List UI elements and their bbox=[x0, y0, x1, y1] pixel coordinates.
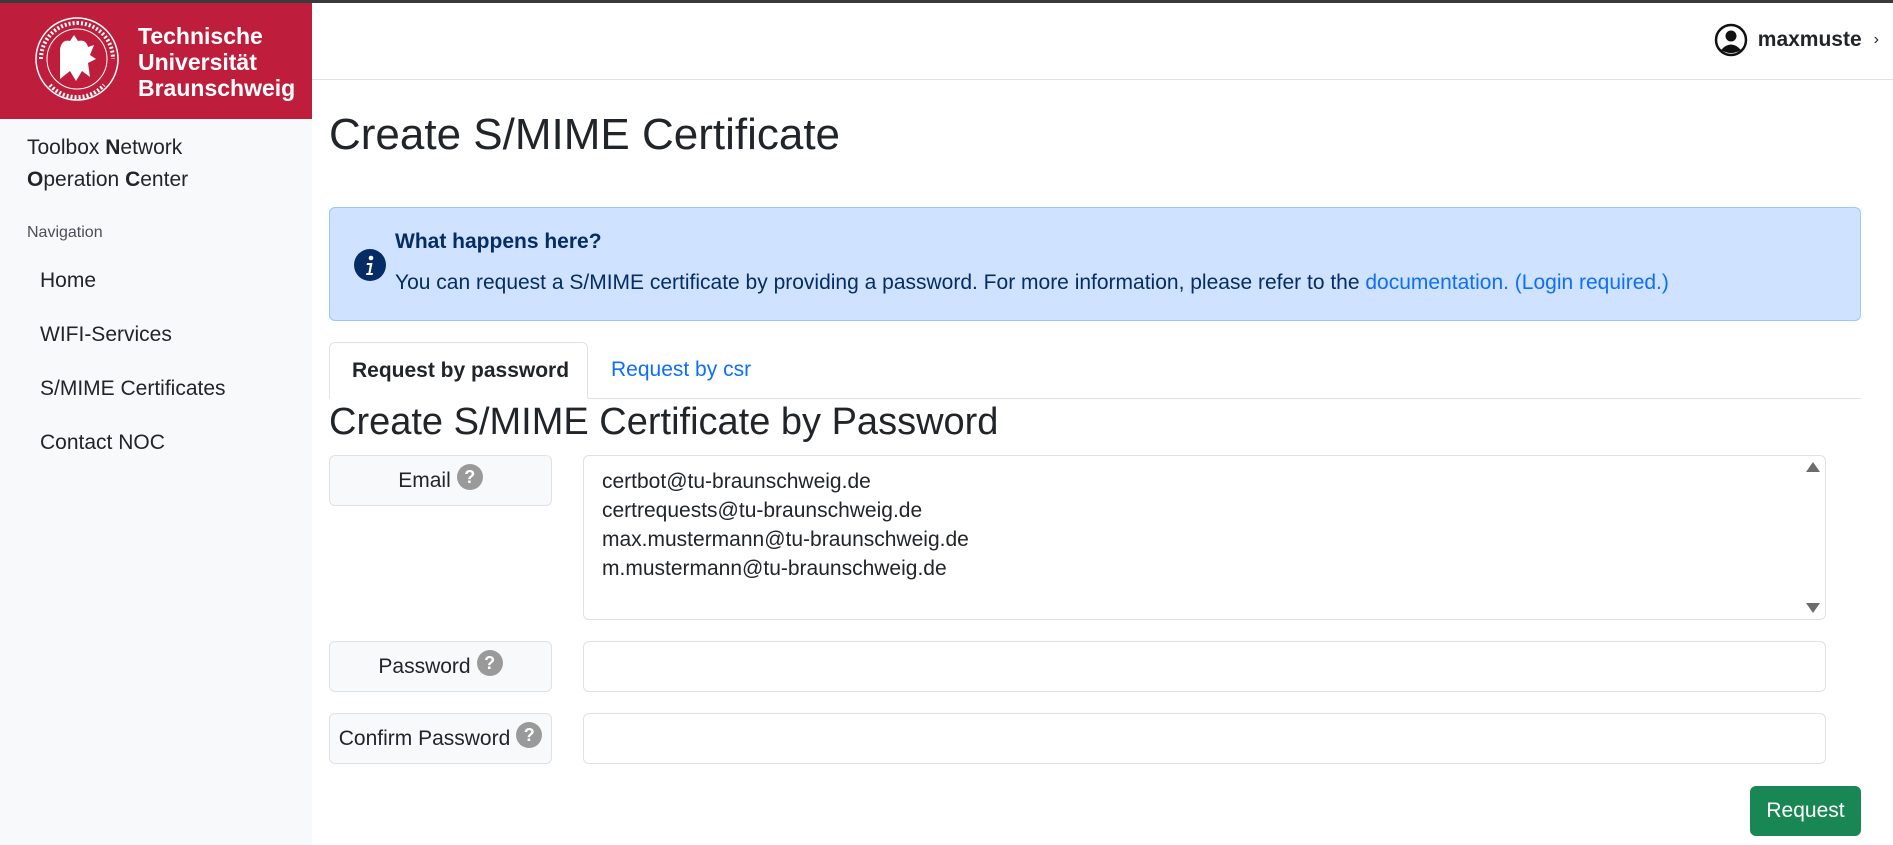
page-title: Create S/MIME Certificate bbox=[329, 110, 841, 159]
email-option[interactable]: certbot@tu-braunschweig.de bbox=[602, 467, 1825, 496]
alert-text: You can request a S/MIME certificate by … bbox=[395, 271, 1366, 294]
password-help-icon[interactable]: ? bbox=[476, 649, 503, 676]
sidebar-item-smime-certificates[interactable]: S/MIME Certificates bbox=[27, 363, 297, 417]
nav-heading: Navigation bbox=[27, 224, 103, 241]
app-name-fragment: Toolbox bbox=[27, 136, 106, 159]
email-option[interactable]: certrequests@tu-braunschweig.de bbox=[602, 496, 1825, 525]
app-name-initial: N bbox=[105, 136, 121, 159]
app-name-fragment: enter bbox=[140, 168, 189, 191]
sidebar: Technische Universität Braunschweig Tool… bbox=[0, 3, 312, 845]
confirm-password-help-icon[interactable]: ? bbox=[516, 721, 543, 748]
password-label: Password ? bbox=[329, 641, 552, 692]
university-seal-icon bbox=[35, 17, 119, 101]
wordmark-line-1: Technische bbox=[138, 23, 263, 49]
info-alert: What happens here? You can request a S/M… bbox=[329, 207, 1861, 321]
app-name-fragment: etwork bbox=[120, 136, 183, 159]
university-logo[interactable]: Technische Universität Braunschweig bbox=[0, 3, 312, 119]
email-option[interactable]: max.mustermann@tu-braunschweig.de bbox=[602, 525, 1825, 554]
alert-body: You can request a S/MIME certificate by … bbox=[395, 271, 1669, 295]
app-name-fragment: peration bbox=[43, 168, 126, 191]
sidebar-item-wifi-services[interactable]: WIFI-Services bbox=[27, 309, 297, 363]
documentation-link[interactable]: documentation. (Login required.) bbox=[1365, 271, 1669, 294]
user-menu[interactable]: maxmuste › bbox=[1714, 23, 1879, 57]
confirm-password-label-text: Confirm Password bbox=[338, 726, 511, 750]
app-name-initial: C bbox=[125, 168, 141, 191]
email-label: Email ? bbox=[329, 455, 552, 506]
password-field[interactable] bbox=[583, 641, 1826, 692]
email-option[interactable]: m.mustermann@tu-braunschweig.de bbox=[602, 554, 1825, 583]
chevron-right-icon: › bbox=[1873, 31, 1879, 48]
wordmark-line-3: Braunschweig bbox=[138, 75, 296, 101]
sidebar-item-home[interactable]: Home bbox=[27, 255, 297, 309]
request-button[interactable]: Request bbox=[1750, 786, 1861, 836]
sidebar-item-contact-noc[interactable]: Contact NOC bbox=[27, 417, 297, 471]
app-name-line-2: Operation Center bbox=[27, 164, 188, 196]
nav-list: Home WIFI-Services S/MIME Certificates C… bbox=[27, 255, 297, 471]
email-select[interactable]: certbot@tu-braunschweig.de certrequests@… bbox=[583, 455, 1826, 620]
confirm-password-label: Confirm Password ? bbox=[329, 713, 552, 764]
tab-request-by-csr[interactable]: Request by csr bbox=[589, 342, 773, 399]
university-wordmark: Technische Universität Braunschweig bbox=[138, 23, 295, 101]
tab-request-by-password[interactable]: Request by password bbox=[329, 342, 588, 399]
user-circle-icon bbox=[1714, 23, 1748, 57]
scroll-up-arrow-icon[interactable] bbox=[1806, 462, 1820, 472]
app-name-line-1: Toolbox Network bbox=[27, 132, 188, 164]
form-title: Create S/MIME Certificate by Password bbox=[329, 401, 999, 443]
scroll-down-arrow-icon[interactable] bbox=[1806, 603, 1820, 613]
top-header: maxmuste › bbox=[312, 3, 1893, 80]
alert-title: What happens here? bbox=[395, 230, 602, 253]
wordmark-line-2: Universität bbox=[138, 49, 257, 75]
app-name: Toolbox Network Operation Center bbox=[27, 132, 188, 196]
username: maxmuste bbox=[1757, 28, 1862, 51]
request-tabs: Request by password Request by csr bbox=[329, 342, 1861, 399]
password-label-text: Password bbox=[378, 654, 471, 678]
app-name-initial: O bbox=[27, 168, 44, 191]
info-icon bbox=[354, 249, 386, 281]
confirm-password-field[interactable] bbox=[583, 713, 1826, 764]
email-help-icon[interactable]: ? bbox=[456, 463, 483, 490]
email-label-text: Email bbox=[398, 468, 451, 492]
